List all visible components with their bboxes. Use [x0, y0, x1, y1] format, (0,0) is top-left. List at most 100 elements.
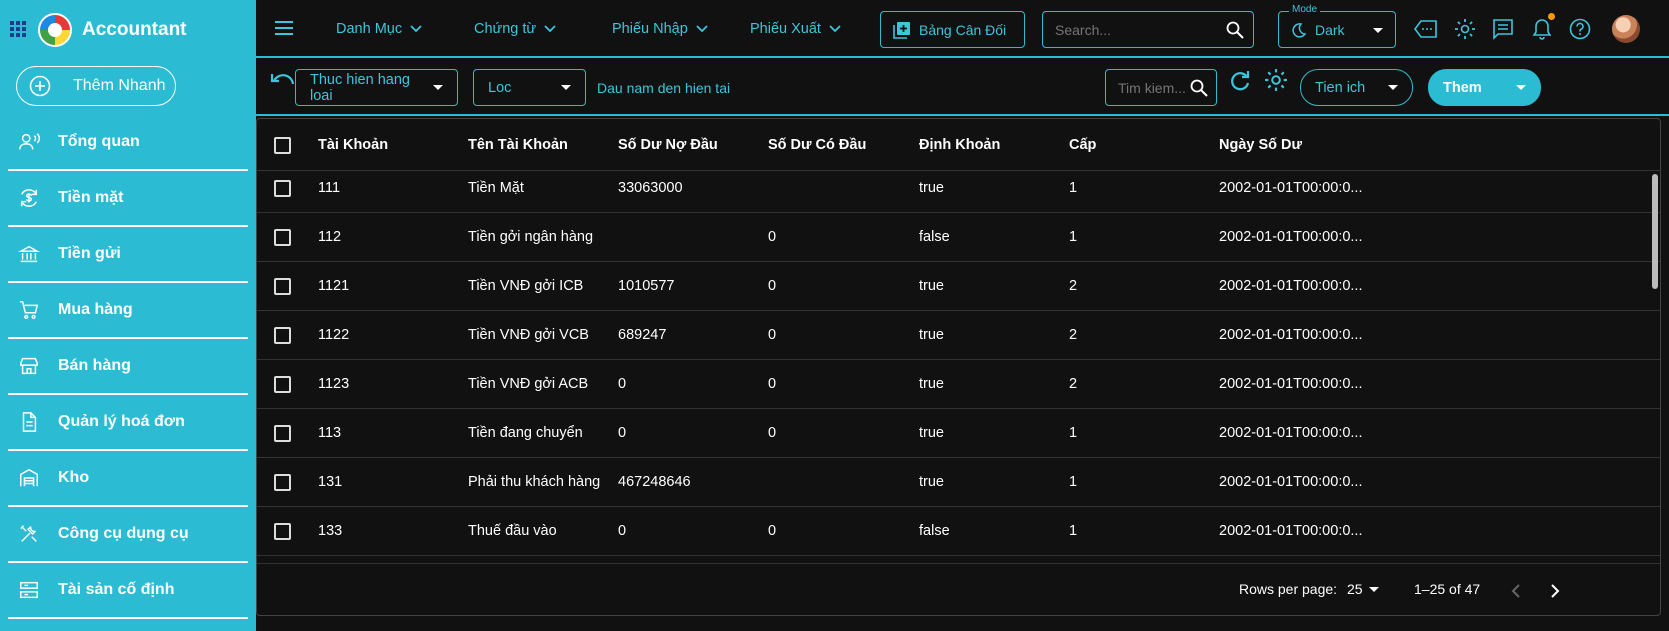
cell-level: 1 — [1069, 474, 1078, 490]
refresh-icon[interactable] — [1229, 69, 1251, 91]
cell-account-name: Phải thu khách hàng — [468, 474, 601, 490]
sidebar-item-label: Kho — [58, 469, 90, 486]
table-search-input[interactable] — [1118, 79, 1186, 96]
cell-account: 1123 — [318, 376, 350, 392]
cell-account-name: Tiền Mặt — [468, 180, 524, 196]
menu-danh-muc[interactable]: Danh Mục — [336, 0, 422, 58]
table-row[interactable]: 112 Tiền gởi ngân hàng 0 false 1 2002-01-01T0… — [257, 213, 1660, 262]
moon-icon — [1292, 22, 1307, 38]
cell-balance-date: 2002-01-01T00:00:0... — [1219, 327, 1363, 343]
bulk-action-label: Thuc hien hang loai — [310, 71, 410, 104]
cell-balance-date: 2002-01-01T00:00:0... — [1219, 376, 1363, 392]
row-checkbox[interactable] — [274, 523, 291, 540]
sidebar-item-sales[interactable]: Bán hàng — [8, 339, 248, 395]
search-field[interactable] — [1042, 11, 1254, 48]
hamburger-menu-icon[interactable] — [274, 20, 294, 41]
sidebar-item-purchase[interactable]: Mua hàng — [8, 283, 248, 339]
table-search-field[interactable] — [1105, 69, 1217, 106]
row-checkbox[interactable] — [274, 327, 291, 344]
cell-opening-credit: 0 — [768, 278, 777, 294]
vertical-scrollbar[interactable] — [1652, 174, 1658, 289]
sidebar-item-tools[interactable]: Công cụ dụng cụ — [8, 507, 248, 563]
sidebar-item-invoices[interactable]: Quản lý hoá đơn — [8, 395, 248, 451]
cell-account: 113 — [318, 425, 342, 441]
add-new-button[interactable]: Them — [1428, 69, 1541, 106]
next-page-icon[interactable] — [1550, 583, 1560, 599]
cell-opening-credit: 0 — [768, 523, 777, 539]
balance-sheet-button[interactable]: Bảng Cân Đối — [880, 11, 1025, 48]
help-icon[interactable] — [1569, 18, 1591, 40]
select-all-checkbox[interactable] — [274, 137, 291, 154]
cell-opening-debit: 0 — [618, 425, 627, 441]
user-avatar[interactable] — [1612, 15, 1640, 43]
sidebar-item-deposit[interactable]: Tiền gửi — [8, 227, 248, 283]
sidebar-item-overview[interactable]: Tổng quan — [8, 115, 248, 171]
cell-opening-credit: 0 — [768, 229, 777, 245]
utilities-select[interactable]: Tien ich — [1300, 69, 1413, 106]
row-checkbox[interactable] — [274, 474, 291, 491]
rows-per-page-select[interactable]: 25 — [1347, 581, 1379, 597]
table-row[interactable]: 1121 Tiền VNĐ gởi ICB 1010577 0 true 2 2002-01… — [257, 262, 1660, 311]
table-row[interactable]: 113 Tiền đang chuyển 0 0 true 1 2002-01-01T00:… — [257, 409, 1660, 458]
search-input[interactable] — [1055, 21, 1215, 38]
undo-icon[interactable] — [270, 72, 296, 90]
filter-select[interactable]: Loc — [473, 69, 586, 106]
search-icon[interactable] — [1226, 21, 1244, 39]
row-checkbox[interactable] — [274, 376, 291, 393]
table-row[interactable]: 131 Phải thu khách hàng 467248646 true 1 2002… — [257, 458, 1660, 507]
cell-level: 1 — [1069, 180, 1078, 196]
assets-icon — [20, 581, 38, 599]
chevron-down-icon — [410, 25, 422, 33]
apps-grid-icon[interactable] — [10, 21, 26, 42]
notification-bell-icon[interactable] — [1532, 18, 1552, 40]
table-settings-gear-icon[interactable] — [1264, 68, 1288, 92]
cell-level: 1 — [1069, 229, 1078, 245]
row-checkbox[interactable] — [274, 425, 291, 442]
rows-per-page-value: 25 — [1347, 581, 1363, 597]
cell-level: 1 — [1069, 425, 1078, 441]
dropdown-arrow-icon[interactable] — [1516, 85, 1526, 90]
sidebar-item-label: Bán hàng — [58, 357, 131, 374]
settings-gear-icon[interactable] — [1454, 18, 1476, 40]
bulk-action-select[interactable]: Thuc hien hang loai — [295, 69, 458, 106]
cell-posting: true — [919, 474, 944, 490]
dropdown-arrow-icon — [561, 85, 571, 90]
menu-phieu-xuat[interactable]: Phiếu Xuất — [750, 0, 841, 58]
cell-level: 2 — [1069, 278, 1078, 294]
previous-page-icon[interactable] — [1511, 583, 1521, 599]
cell-account-name: Tiền gởi ngân hàng — [468, 229, 594, 245]
table-row[interactable]: 1122 Tiền VNĐ gởi VCB 689247 0 true 2 2002-01-… — [257, 311, 1660, 360]
sidebar-item-warehouse[interactable]: Kho — [8, 451, 248, 507]
menu-chung-tu[interactable]: Chứng từ — [474, 0, 556, 58]
row-checkbox[interactable] — [274, 180, 291, 197]
row-checkbox[interactable] — [274, 278, 291, 295]
dropdown-arrow-icon — [1368, 586, 1379, 592]
table-row[interactable]: 1123 Tiền VNĐ gởi ACB 0 0 true 2 2002-01-01T00… — [257, 360, 1660, 409]
chat-icon[interactable] — [1492, 18, 1514, 40]
discount-tag-icon[interactable] — [1414, 19, 1438, 39]
table-pagination: Rows per page: 25 1–25 of 47 — [257, 563, 1660, 615]
row-checkbox[interactable] — [274, 229, 291, 246]
rows-per-page-label: Rows per page: — [1239, 581, 1338, 597]
menu-phieu-nhap[interactable]: Phiếu Nhập — [612, 0, 708, 58]
balance-sheet-label: Bảng Cân Đối — [919, 21, 1007, 38]
search-icon[interactable] — [1190, 79, 1208, 97]
brand[interactable]: Accountant — [38, 12, 187, 48]
mode-select[interactable]: Mode Dark — [1278, 4, 1396, 48]
mode-label: Mode — [1289, 4, 1321, 15]
period-text: Dau nam den hien tai — [597, 80, 731, 96]
app-name: Accountant — [82, 19, 187, 40]
cell-balance-date: 2002-01-01T00:00:0... — [1219, 278, 1363, 294]
quick-add-button[interactable]: Thêm Nhanh — [16, 66, 176, 106]
sidebar-item-cash[interactable]: Tiền mặt — [8, 171, 248, 227]
sidebar-item-fixed-assets[interactable]: Tài sản cố định — [8, 563, 248, 619]
person-voice-icon — [19, 133, 40, 150]
sidebar-item-label: Tài sản cố định — [58, 581, 175, 598]
sidebar-item-label: Công cụ dụng cụ — [58, 525, 189, 542]
cell-account: 111 — [318, 180, 341, 196]
warehouse-icon — [20, 468, 38, 487]
table-row[interactable]: 133 Thuế đầu vào 0 0 false 1 2002-01-01T00:00:… — [257, 507, 1660, 556]
sidebar-item-label: Quản lý hoá đơn — [58, 413, 185, 430]
accounts-table: Tài Khoản Tên Tài Khoản Số Dư Nợ Đầu Số … — [256, 118, 1661, 616]
table-row[interactable]: 111 Tiền Mặt 33063000 true 1 2002-01-01T00:00… — [257, 164, 1660, 213]
